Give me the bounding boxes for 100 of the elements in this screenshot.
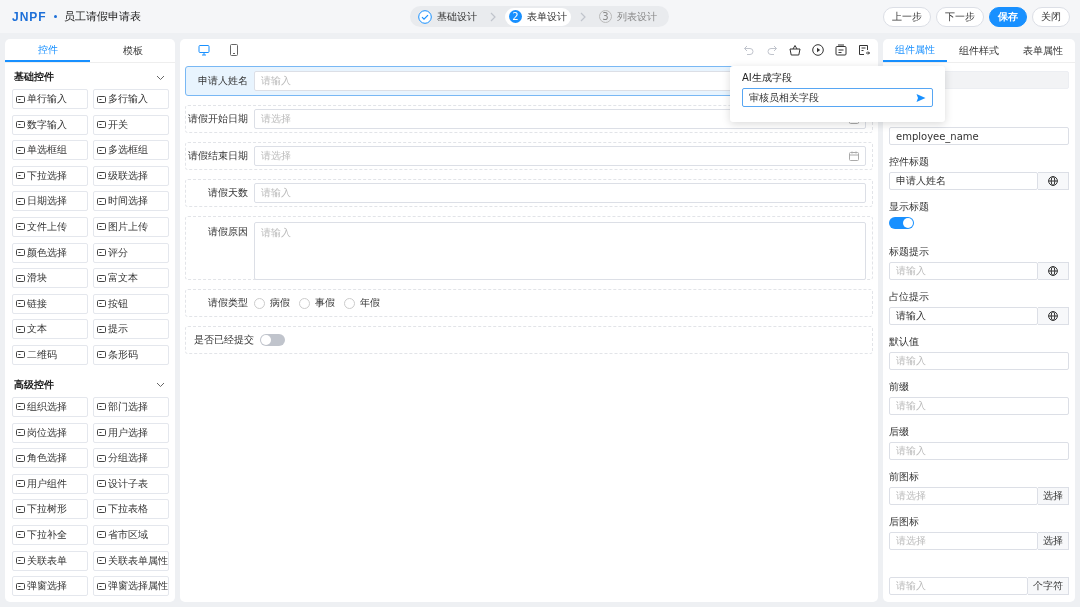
- widget-item[interactable]: 下拉表格: [93, 499, 169, 520]
- desktop-icon[interactable]: [198, 44, 210, 56]
- widget-label: 链接: [27, 296, 47, 311]
- palette-tab[interactable]: 模板: [90, 39, 175, 62]
- radio-button[interactable]: [254, 297, 265, 309]
- input-field[interactable]: 申请人姓名: [889, 172, 1038, 190]
- widget-item[interactable]: 下拉选择: [12, 165, 88, 186]
- widget-item[interactable]: 分组选择: [93, 448, 169, 469]
- addon-button[interactable]: 选择: [1038, 487, 1069, 505]
- widget-item[interactable]: 颜色选择: [12, 242, 88, 263]
- widget-item[interactable]: 多行输入: [93, 89, 169, 109]
- widget-item[interactable]: 关联表单: [12, 550, 88, 571]
- widget-item[interactable]: 岗位选择: [12, 422, 88, 443]
- export-icon[interactable]: [858, 44, 870, 56]
- widget-label: 关联表单: [27, 553, 67, 568]
- widget-item[interactable]: 日期选择: [12, 191, 88, 212]
- widget-item[interactable]: 用户选择: [93, 422, 169, 443]
- property-label: 显示标题: [889, 200, 930, 214]
- radio-label: 年假: [360, 296, 380, 310]
- widget-item[interactable]: 按钮: [93, 293, 169, 314]
- widget-item[interactable]: 链接: [12, 293, 88, 314]
- widget-item[interactable]: 单行输入: [12, 89, 88, 109]
- widget-item[interactable]: 文本: [12, 319, 88, 340]
- widget-item[interactable]: 评分: [93, 242, 169, 263]
- widget-item[interactable]: 图片上传: [93, 216, 169, 237]
- widget-item[interactable]: 用户组件: [12, 473, 88, 494]
- properties-tab[interactable]: 表单属性: [1011, 39, 1075, 62]
- form-row[interactable]: 请假结束日期 请选择: [185, 142, 873, 170]
- widget-item[interactable]: 部门选择: [93, 396, 169, 417]
- chevron-down-icon[interactable]: [156, 380, 165, 390]
- header-button[interactable]: 下一步: [936, 6, 984, 27]
- widget-item[interactable]: 提示: [93, 319, 169, 340]
- addon-button[interactable]: 个字符: [1028, 577, 1069, 595]
- widget-item[interactable]: 省市区域: [93, 524, 169, 545]
- field-label: 请假结束日期: [187, 149, 249, 163]
- globe-icon: [1048, 266, 1058, 276]
- widget-item[interactable]: 下拉树形: [12, 499, 88, 520]
- widget-item[interactable]: 多选框组: [93, 140, 169, 161]
- widget-item[interactable]: 数字输入: [12, 114, 88, 135]
- widget-icon: [97, 556, 106, 565]
- widget-item[interactable]: 滑块: [12, 268, 88, 289]
- widget-item[interactable]: 富文本: [93, 268, 169, 289]
- widget-label: 关联表单属性: [108, 553, 168, 568]
- widget-item[interactable]: 开关: [93, 114, 169, 135]
- input-field[interactable]: employee_name: [889, 127, 1069, 145]
- widget-icon: [16, 428, 25, 438]
- widget-icon: [97, 402, 106, 412]
- widget-label: 岗位选择: [27, 425, 67, 440]
- widget-item[interactable]: 设计子表: [93, 473, 169, 494]
- widget-item[interactable]: 文件上传: [12, 216, 88, 237]
- widget-icon: [16, 171, 25, 181]
- form-row[interactable]: 是否已经提交: [185, 326, 873, 354]
- header-button[interactable]: 关闭: [1032, 6, 1070, 27]
- form-row[interactable]: 请假类型 病假 事假 年假: [185, 289, 873, 317]
- widget-item[interactable]: 弹窗选择: [12, 576, 88, 597]
- widget-label: 单行输入: [27, 92, 67, 106]
- widget-label: 条形码: [108, 347, 138, 362]
- globe-icon: [1048, 311, 1058, 321]
- toggle-switch[interactable]: [889, 217, 914, 229]
- language-button[interactable]: [1038, 172, 1069, 190]
- form-row[interactable]: 请假原因 请输入: [185, 216, 873, 280]
- chevron-icon: [579, 11, 587, 22]
- addon-button[interactable]: 选择: [1038, 532, 1069, 550]
- widget-label: 二维码: [27, 347, 57, 362]
- widget-item[interactable]: 弹窗选择属性: [93, 576, 169, 597]
- step[interactable]: 基础设计: [414, 7, 481, 26]
- widget-item[interactable]: 下拉补全: [12, 524, 88, 545]
- radio-button[interactable]: [299, 297, 310, 309]
- toggle-switch[interactable]: [260, 334, 285, 346]
- radio-button[interactable]: [344, 297, 355, 309]
- widget-icon: [16, 530, 25, 540]
- header-button[interactable]: 上一步: [883, 6, 931, 27]
- widget-item[interactable]: 单选框组: [12, 140, 88, 161]
- properties-tab[interactable]: 组件样式: [947, 39, 1011, 62]
- widget-item[interactable]: 条形码: [93, 344, 169, 365]
- widget-item[interactable]: 级联选择: [93, 165, 169, 186]
- tablet-icon[interactable]: [228, 44, 240, 56]
- widget-icon: [16, 479, 25, 489]
- widget-label: 级联选择: [108, 168, 148, 183]
- basket-icon[interactable]: [789, 44, 801, 56]
- widget-item[interactable]: 关联表单属性: [93, 550, 169, 571]
- widget-item[interactable]: 二维码: [12, 344, 88, 365]
- prompt-field[interactable]: 审核员相关字段: [742, 88, 933, 107]
- widget-item[interactable]: 组织选择: [12, 396, 88, 417]
- chevron-icon: [489, 11, 497, 22]
- widget-label: 用户选择: [108, 425, 148, 440]
- property-label: 后图标: [889, 515, 920, 529]
- widget-item[interactable]: 时间选择: [93, 191, 169, 212]
- document-icon[interactable]: [835, 44, 847, 56]
- radio-label: 事假: [315, 296, 335, 310]
- widget-label: 弹窗选择: [27, 579, 67, 594]
- form-row[interactable]: 请假天数 请输入: [185, 179, 873, 207]
- send-icon[interactable]: [916, 92, 926, 103]
- play-icon[interactable]: [812, 44, 824, 56]
- widget-label: 滑块: [27, 271, 47, 286]
- step[interactable]: 2 表单设计: [505, 7, 571, 26]
- language-button[interactable]: [1038, 262, 1069, 280]
- input-field[interactable]: 请输入: [889, 307, 1038, 325]
- widget-item[interactable]: 角色选择: [12, 448, 88, 469]
- language-button[interactable]: [1038, 307, 1069, 325]
